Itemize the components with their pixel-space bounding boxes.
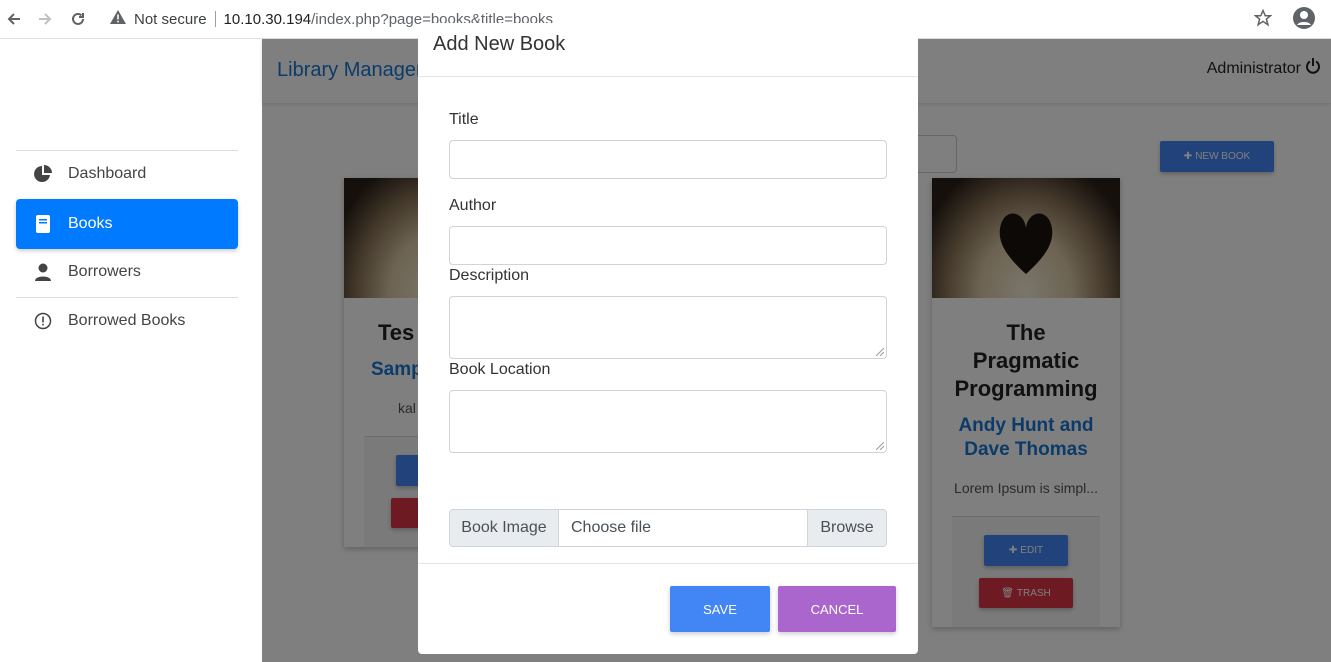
add-book-modal: Add New Book Title Author Description Bo… [418, 23, 918, 654]
star-icon[interactable] [1253, 8, 1273, 32]
book-icon [34, 215, 52, 233]
file-input-prefix: Book Image [450, 510, 559, 546]
file-input-placeholder[interactable]: Choose file [559, 510, 807, 546]
sidebar-item-label: Books [68, 215, 113, 232]
exclamation-circle-icon [34, 312, 52, 330]
sidebar-item-borrowed-books[interactable]: Borrowed Books [16, 296, 238, 346]
description-textarea[interactable] [449, 296, 887, 359]
back-icon[interactable] [3, 8, 25, 30]
modal-header: Add New Book [418, 23, 918, 77]
pie-chart-icon [34, 165, 52, 183]
account-icon[interactable] [1292, 6, 1316, 35]
modal-footer-divider [418, 563, 918, 564]
security-label: Not secure [134, 10, 207, 28]
sidebar-item-dashboard[interactable]: Dashboard [16, 149, 238, 199]
url-host: 10.10.30.194 [223, 10, 312, 28]
user-icon [34, 263, 52, 281]
resize-handle-icon[interactable] [876, 442, 884, 450]
sidebar-item-label: Borrowers [68, 263, 141, 280]
resize-handle-icon[interactable] [876, 348, 884, 356]
sidebar-item-label: Dashboard [68, 165, 147, 182]
description-label: Description [449, 267, 530, 284]
location-label: Book Location [449, 361, 551, 378]
title-label: Title [449, 111, 479, 128]
save-button[interactable]: SAVE [670, 586, 770, 632]
reload-icon[interactable] [67, 8, 89, 30]
modal-title: Add New Book [433, 33, 566, 55]
author-label: Author [449, 197, 497, 214]
sidebar-item-borrowers[interactable]: Borrowers [16, 247, 238, 297]
author-input[interactable] [449, 226, 887, 265]
address-separator [214, 11, 216, 27]
browse-button[interactable]: Browse [807, 510, 886, 546]
sidebar-item-label: Borrowed Books [68, 312, 186, 329]
sidebar-item-books[interactable]: Books [16, 199, 238, 249]
title-input[interactable] [449, 140, 887, 179]
location-textarea[interactable] [449, 390, 887, 453]
book-image-file-input[interactable]: Book Image Choose file Browse [449, 509, 887, 547]
forward-icon[interactable] [34, 8, 56, 30]
warning-icon[interactable] [110, 9, 126, 29]
sidebar: Dashboard Books Borrowers Borrowed Books [0, 39, 262, 662]
cancel-button[interactable]: CANCEL [778, 586, 896, 632]
